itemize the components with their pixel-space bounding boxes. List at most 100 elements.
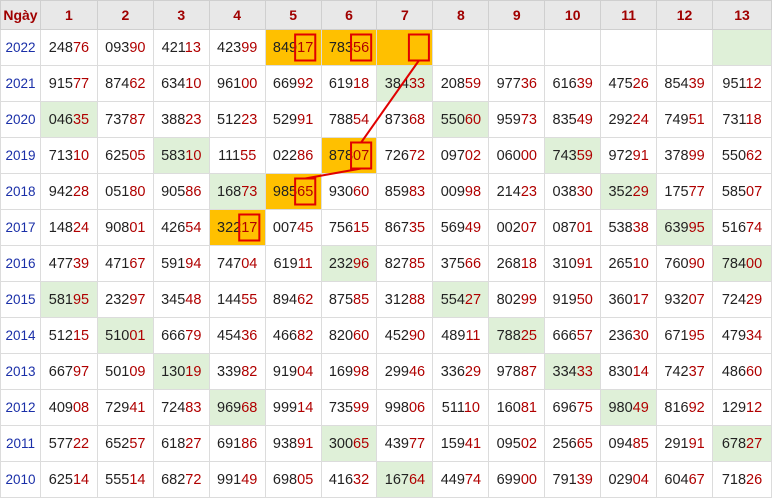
result-cell: 66992 bbox=[264, 65, 322, 102]
result-head-digits: 667 bbox=[48, 363, 73, 380]
result-cell: 51110 bbox=[432, 389, 490, 426]
result-head-digits: 087 bbox=[552, 219, 577, 236]
result-tail-digits: 33 bbox=[576, 363, 593, 380]
result-head-digits: 232 bbox=[328, 255, 354, 272]
result-cell: 68272 bbox=[152, 461, 210, 498]
result-tail-digits: 88 bbox=[408, 291, 426, 308]
result-head-digits: 873 bbox=[384, 111, 409, 128]
result-tail-digits: 27 bbox=[185, 435, 202, 452]
result-head-digits: 749 bbox=[664, 111, 689, 128]
result-tail-digits: 73 bbox=[520, 111, 537, 128]
result-head-digits: 475 bbox=[608, 75, 633, 92]
table-row: 2019 71310 62505 58310 11155 02286 87807 72672 0… bbox=[0, 137, 772, 174]
result-tail-digits: 18 bbox=[520, 255, 537, 272]
result-cell: 85439 bbox=[656, 65, 714, 102]
result-cell: 78356 bbox=[320, 29, 378, 66]
result-head-digits: 854 bbox=[664, 75, 689, 92]
result-tail-digits: 01 bbox=[129, 327, 146, 344]
result-tail-digits: 73 bbox=[241, 183, 258, 200]
result-cell: 95973 bbox=[488, 101, 546, 138]
result-head-digits: 760 bbox=[664, 255, 689, 272]
header-col-12: 12 bbox=[656, 0, 714, 30]
result-head-digits: 737 bbox=[105, 111, 130, 128]
result-head-digits: 512 bbox=[48, 327, 73, 344]
result-head-digits: 977 bbox=[496, 75, 521, 92]
year-cell: 2014 bbox=[0, 317, 41, 354]
result-cell: 16764 bbox=[376, 461, 434, 498]
year-cell: 2018 bbox=[0, 173, 41, 210]
result-cell: 17577 bbox=[656, 173, 714, 210]
result-cell: 55514 bbox=[96, 461, 154, 498]
result-head-digits: 742 bbox=[664, 363, 689, 380]
result-cell: 72941 bbox=[96, 389, 154, 426]
header-col-7: 7 bbox=[376, 0, 434, 30]
result-tail-digits: 48 bbox=[185, 291, 202, 308]
table-row: 2020 04635 73787 38823 51223 52991 78854 87368 5… bbox=[0, 101, 772, 138]
result-cell: 50109 bbox=[96, 353, 154, 390]
result-head-digits: 291 bbox=[664, 435, 689, 452]
result-tail-digits: 00 bbox=[520, 471, 537, 488]
result-tail-digits: 15 bbox=[353, 219, 370, 236]
table-row: 2010 62514 55514 68272 99149 69805 41632 16764 4… bbox=[0, 461, 772, 498]
result-tail-digits: 25 bbox=[520, 327, 537, 344]
header-col-4: 4 bbox=[208, 0, 266, 30]
result-tail-digits: 54 bbox=[353, 111, 370, 128]
result-tail-digits: 32 bbox=[353, 471, 370, 488]
result-tail-digits: 90 bbox=[408, 327, 426, 344]
result-cell: 72429 bbox=[712, 281, 772, 318]
result-tail-digits: 24 bbox=[72, 219, 90, 236]
result-tail-digits: 60 bbox=[353, 327, 370, 344]
result-cell: 66679 bbox=[152, 317, 210, 354]
result-head-digits: 554 bbox=[440, 291, 465, 308]
result-cell: 29224 bbox=[600, 101, 658, 138]
result-cell: 99149 bbox=[208, 461, 266, 498]
result-cell: 03830 bbox=[544, 173, 602, 210]
result-cell: 73118 bbox=[712, 101, 772, 138]
result-cell: 61911 bbox=[264, 245, 322, 282]
result-cell: 47739 bbox=[39, 245, 98, 282]
result-tail-digits: 65 bbox=[353, 435, 370, 452]
result-cell: 42113 bbox=[152, 29, 210, 66]
result-tail-digits: 91 bbox=[688, 435, 705, 452]
result-tail-digits: 04 bbox=[241, 255, 258, 272]
result-head-digits: 352 bbox=[608, 183, 633, 200]
result-head-digits: 585 bbox=[721, 183, 747, 200]
result-cell bbox=[488, 29, 546, 66]
result-cell: 13019 bbox=[152, 353, 210, 390]
result-cell: 52991 bbox=[264, 101, 322, 138]
result-head-digits: 696 bbox=[552, 399, 577, 416]
result-cell: 47934 bbox=[712, 317, 772, 354]
year-cell: 2016 bbox=[0, 245, 41, 282]
result-cell: 89462 bbox=[264, 281, 322, 318]
result-head-digits: 991 bbox=[217, 471, 242, 488]
result-cell: 48911 bbox=[432, 317, 490, 354]
result-cell: 73599 bbox=[320, 389, 378, 426]
result-tail-digits: 05 bbox=[297, 471, 314, 488]
year-cell: 2013 bbox=[0, 353, 41, 390]
result-cell: 00998 bbox=[432, 173, 490, 210]
result-cell: 12912 bbox=[712, 389, 772, 426]
result-tail-digits: 60 bbox=[746, 363, 763, 380]
result-tail-digits: 77 bbox=[408, 435, 426, 452]
result-cell: 09502 bbox=[488, 425, 546, 462]
result-cell: 33433 bbox=[544, 353, 602, 390]
result-head-digits: 477 bbox=[48, 255, 73, 272]
result-tail-digits: 65 bbox=[576, 435, 593, 452]
result-cell: 87807 bbox=[320, 137, 378, 174]
result-head-digits: 471 bbox=[105, 255, 130, 272]
result-cell: 91950 bbox=[544, 281, 602, 318]
result-tail-digits: 68 bbox=[241, 399, 258, 416]
result-cell: 23296 bbox=[320, 245, 378, 282]
result-tail-digits: 15 bbox=[72, 327, 90, 344]
result-cell: 75615 bbox=[320, 209, 378, 246]
result-tail-digits: 60 bbox=[353, 183, 370, 200]
header-col-13: 13 bbox=[712, 0, 772, 30]
result-head-digits: 345 bbox=[161, 291, 186, 308]
result-cell: 97887 bbox=[488, 353, 546, 390]
result-tail-digits: 10 bbox=[185, 147, 202, 164]
result-cell: 25665 bbox=[544, 425, 602, 462]
result-tail-digits: 91 bbox=[297, 435, 314, 452]
result-tail-digits: 86 bbox=[241, 435, 258, 452]
result-head-digits: 159 bbox=[440, 435, 465, 452]
result-head-digits: 639 bbox=[664, 219, 689, 236]
